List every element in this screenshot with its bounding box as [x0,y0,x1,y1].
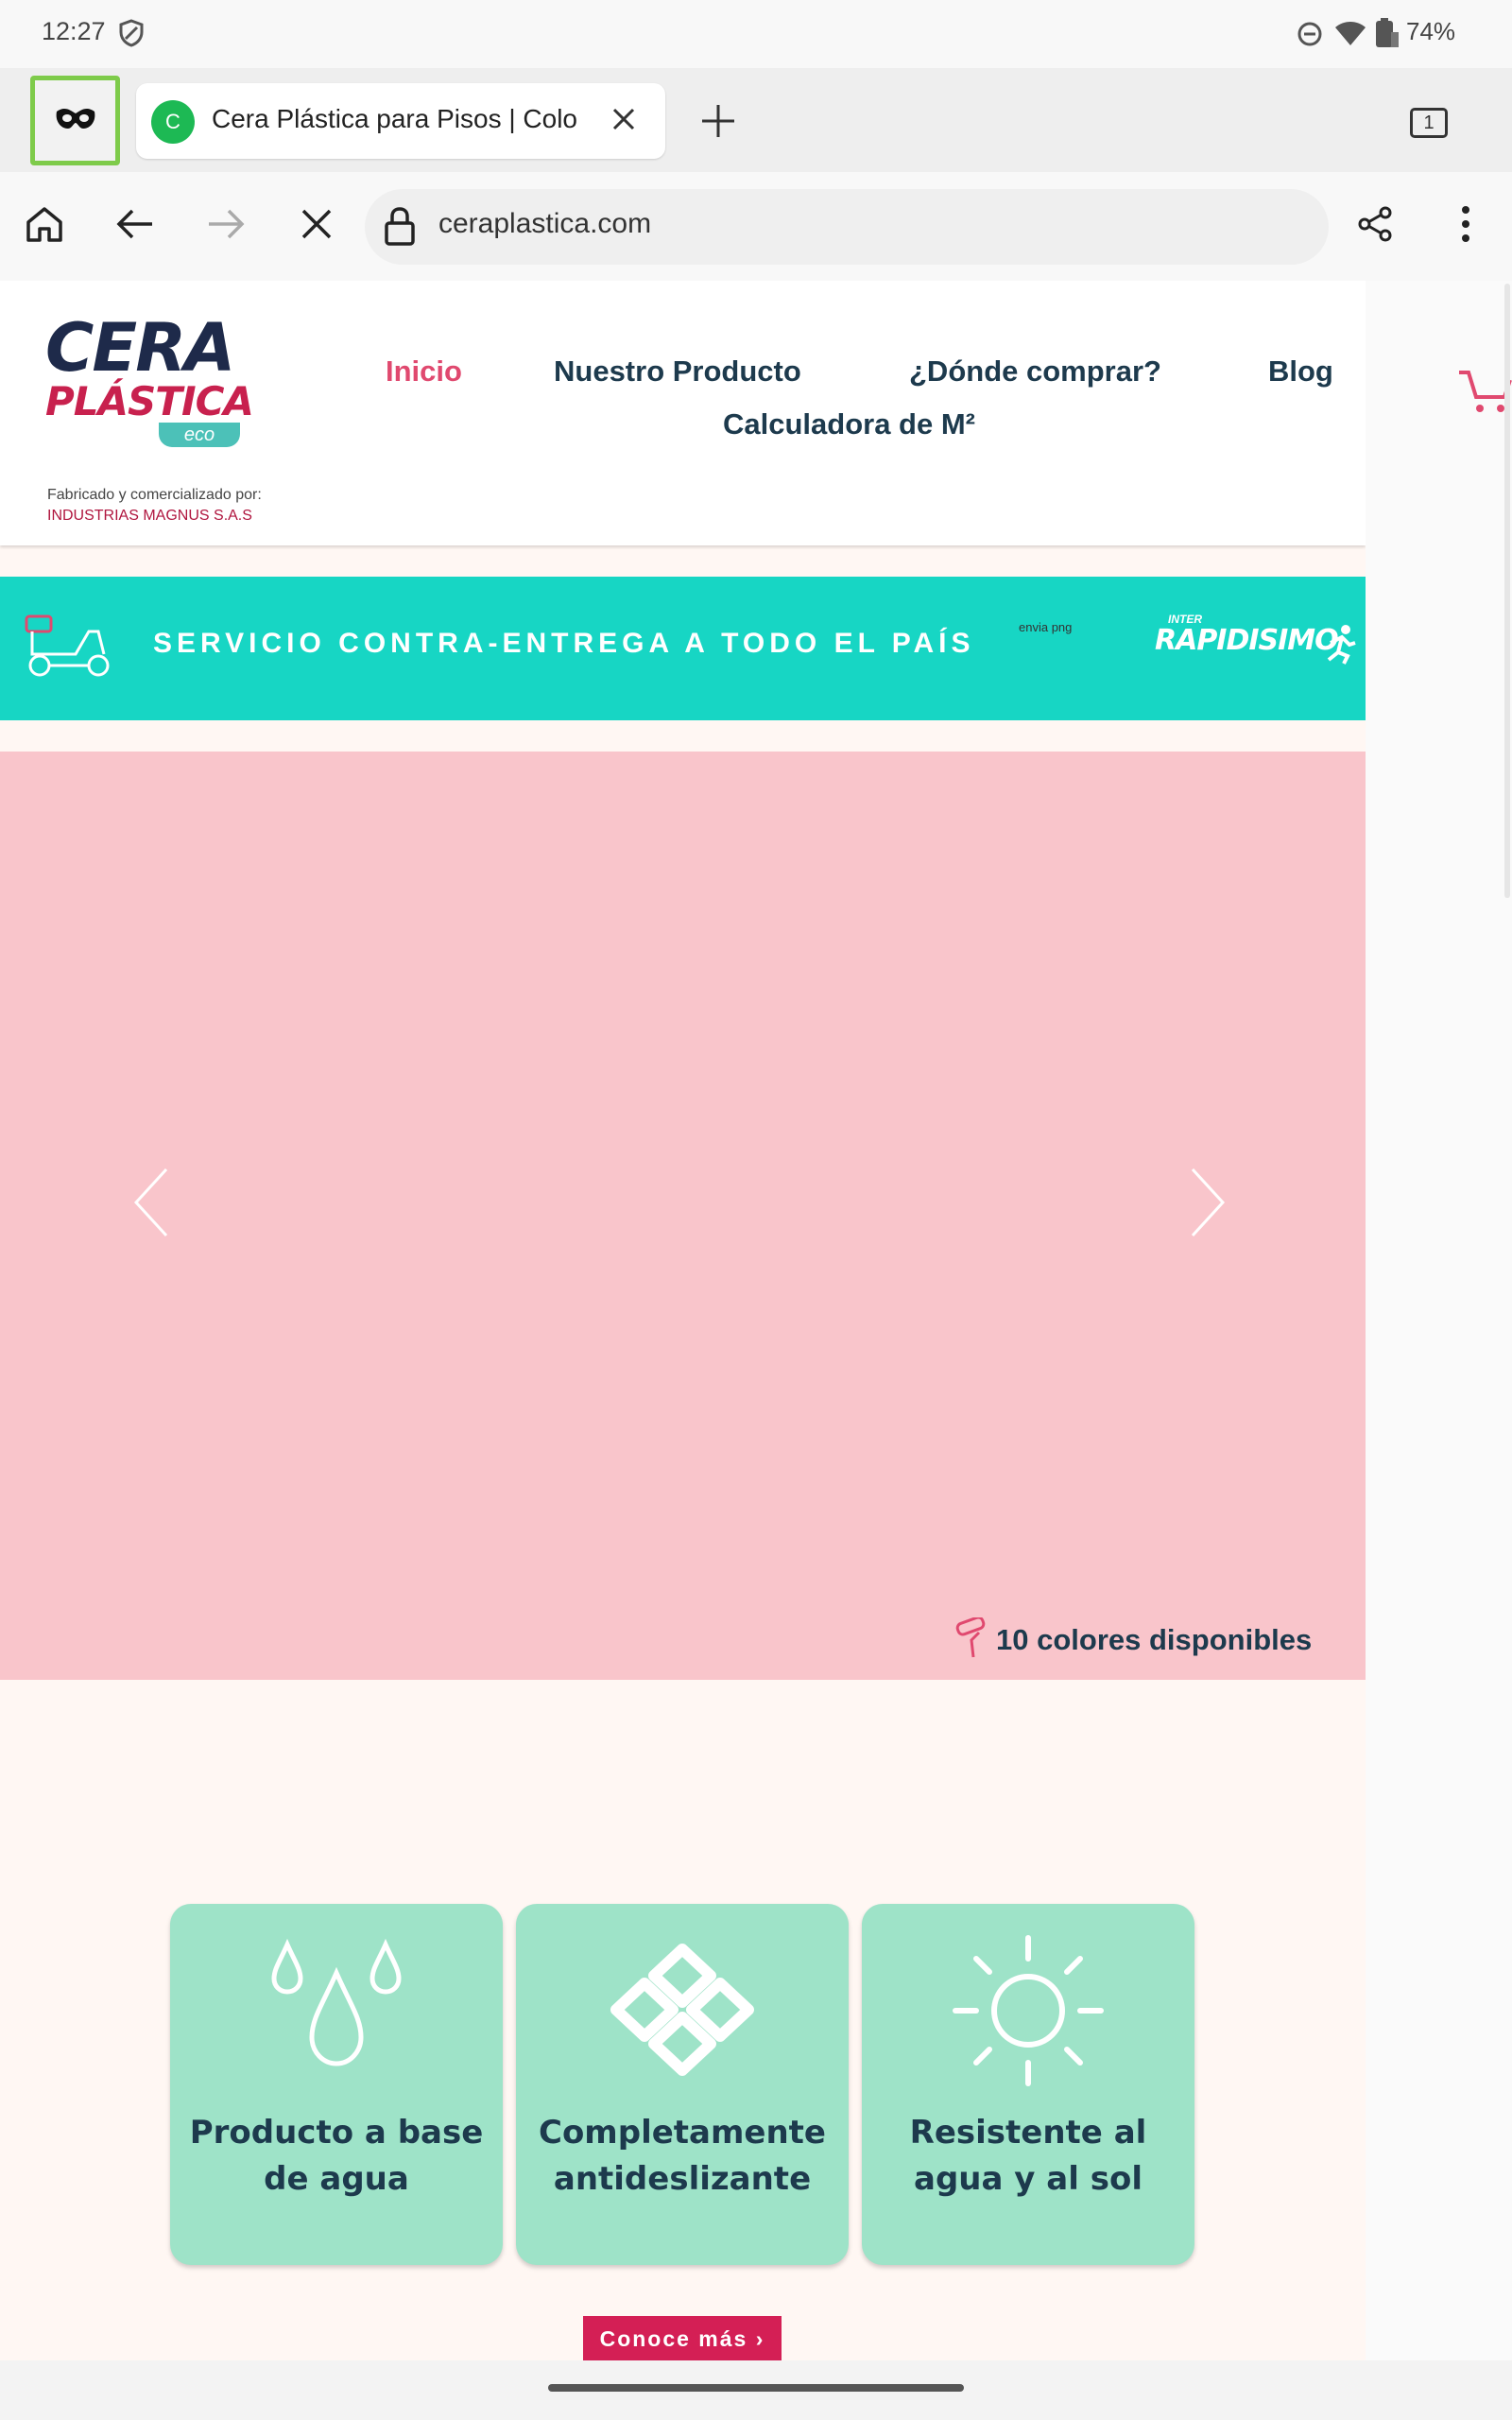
delivery-scooter-icon [23,613,113,685]
feature-label: Producto a base de agua [189,2114,484,2198]
sun-icon [862,1930,1194,2091]
shield-icon [119,19,144,52]
logo-line-2: PLÁSTICA [45,378,254,424]
status-bar: 12:27 74% [0,0,1512,68]
carousel-next-button[interactable] [1189,1167,1227,1242]
lock-icon [384,206,416,251]
tab-switcher-button[interactable]: 1 [1399,95,1459,151]
chevron-left-icon [132,1167,170,1241]
nav-link-blog[interactable]: Blog [1268,354,1333,389]
web-page: CERA PLÁSTICA eco Fabricado y comerciali… [0,281,1366,2360]
learn-more-button[interactable]: Conoce más › [583,2316,782,2360]
delivery-banner: SERVICIO CONTRA-ENTREGA A TODO EL PAÍS e… [0,577,1366,720]
envia-logo: envia png [1019,620,1073,634]
dnd-icon [1297,21,1323,52]
chevron-right-icon [1189,1167,1227,1241]
url-text: ceraplastica.com [438,208,652,239]
nav-link-calculadora[interactable]: Calculadora de M² [723,407,975,441]
nav-link-donde-comprar[interactable]: ¿Dónde comprar? [909,354,1161,389]
share-button[interactable] [1342,193,1408,259]
arrow-left-icon [116,208,154,245]
more-menu-button[interactable] [1433,193,1499,259]
address-bar[interactable]: ceraplastica.com [365,189,1329,265]
battery-level: 74% [1406,17,1456,45]
site-logo[interactable]: CERA PLÁSTICA [45,315,291,423]
arrow-right-icon [207,208,245,245]
browser-tab[interactable]: C Cera Plástica para Pisos | Colo [136,83,665,159]
close-icon [611,107,636,136]
colors-available-caption: 10 colores disponibles [996,1623,1313,1656]
page-scrollbar[interactable] [1504,284,1510,898]
feature-label: Resistente al agua y al sol [909,2114,1147,2198]
plus-icon [700,103,736,144]
feature-card-weather-resistant: Resistente al agua y al sol [862,1904,1194,2265]
incognito-mask-icon [55,106,96,135]
page-overflow-area [1366,281,1512,2360]
share-icon [1356,205,1394,248]
tab-close-button[interactable] [599,96,648,146]
back-button[interactable] [102,193,168,259]
water-drops-icon [170,1930,503,2091]
hero-carousel: 10 colores disponibles [0,752,1366,1680]
home-icon [25,205,64,248]
diamond-grid-icon [516,1930,849,2091]
tab-title: Cera Plástica para Pisos | Colo [212,104,577,133]
logo-line-1: CERA [45,309,235,387]
carousel-prev-button[interactable] [132,1167,170,1242]
stop-loading-button[interactable] [284,193,350,259]
nav-link-inicio[interactable]: Inicio [386,354,462,389]
close-icon [301,208,333,245]
banner-text: SERVICIO CONTRA-ENTREGA A TODO EL PAÍS [153,628,975,659]
inter-rapidisimo-logo: RAPIDISIMO [1155,624,1339,657]
home-gesture-handle[interactable] [548,2384,964,2392]
maker-label: Fabricado y comercializado por: [47,487,262,503]
feature-label: Completamente antideslizante [539,2114,826,2198]
incognito-button[interactable] [30,76,120,165]
paint-roller-icon [954,1616,988,1664]
site-header: CERA PLÁSTICA eco Fabricado y comerciali… [0,281,1366,545]
tab-count: 1 [1410,108,1448,138]
feature-card-water-based: Producto a base de agua [170,1904,503,2265]
more-vert-icon [1461,205,1470,248]
logo-eco-badge: eco [159,423,240,447]
wifi-icon [1334,21,1366,52]
home-button[interactable] [11,193,77,259]
status-time: 12:27 [42,17,106,45]
nav-link-producto[interactable]: Nuestro Producto [554,354,801,389]
battery-icon [1372,17,1400,54]
forward-button[interactable] [193,193,259,259]
new-tab-button[interactable] [690,95,747,151]
feature-card-anti-slip: Completamente antideslizante [516,1904,849,2265]
tab-favicon: C [151,100,195,144]
maker-name: INDUSTRIAS MAGNUS S.A.S [47,508,252,524]
runner-icon [1323,624,1357,670]
